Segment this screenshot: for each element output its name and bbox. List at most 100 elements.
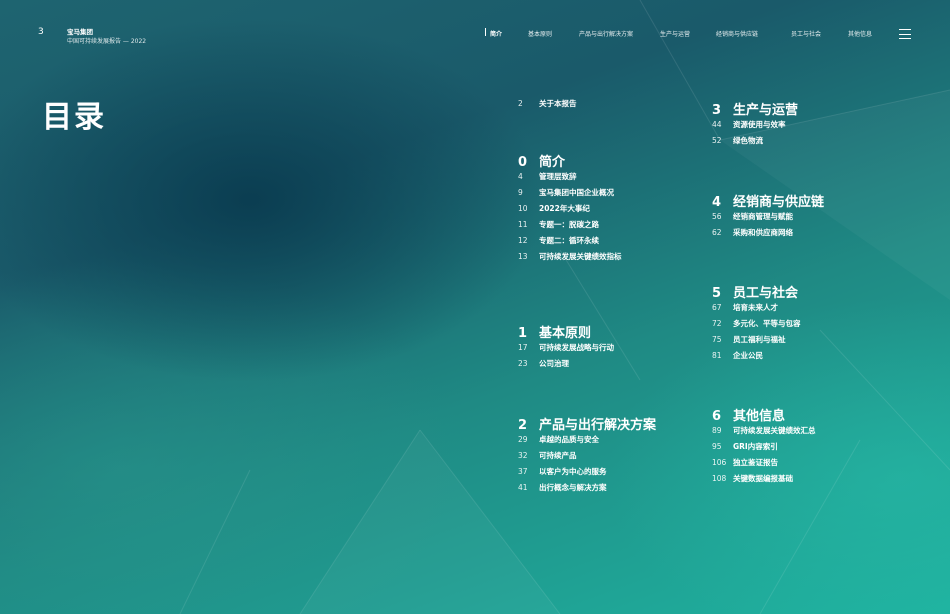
- toc-entry[interactable]: 95 GRI内容索引: [712, 439, 816, 455]
- toc-section-heading[interactable]: 6 其他信息: [712, 405, 816, 424]
- nav-item-intro[interactable]: 简介: [484, 28, 502, 38]
- toc-entry[interactable]: 10 2022年大事纪: [518, 201, 622, 217]
- toc-entry-page: 37: [518, 467, 528, 476]
- toc-entry-title: 独立鉴证报告: [733, 458, 778, 467]
- toc-entry-title: 以客户为中心的服务: [539, 467, 607, 476]
- toc-entry[interactable]: 72 多元化、平等与包容: [712, 316, 801, 332]
- toc-section-heading[interactable]: 2 产品与出行解决方案: [518, 414, 657, 433]
- toc-entry-page: 52: [712, 136, 722, 145]
- toc-entry-title: 员工福利与福祉: [733, 335, 786, 344]
- toc-entry[interactable]: 108 关键数据编报基础: [712, 471, 816, 487]
- toc-entry[interactable]: 32 可持续产品: [518, 448, 656, 464]
- toc-entry-page: 29: [518, 435, 528, 444]
- toc-entry[interactable]: 9 宝马集团中国企业概况: [518, 185, 622, 201]
- toc-entry[interactable]: 52 绿色物流: [712, 133, 798, 149]
- toc-about: 2 关于本报告: [518, 96, 577, 112]
- nav-item-principles[interactable]: 基本原则: [528, 29, 552, 38]
- toc-entry-title: 培育未来人才: [733, 303, 778, 312]
- toc-entry-title: 经销商管理与赋能: [733, 212, 793, 221]
- toc-entry-title: 专题二：循环永续: [539, 236, 599, 245]
- toc-entry-page: 81: [712, 351, 722, 360]
- toc-entry[interactable]: 4 管理层致辞: [518, 169, 622, 185]
- section-number: 4: [712, 195, 722, 210]
- toc-section-0: 0 简介 4 管理层致辞 9 宝马集团中国企业概况 10 2022年大事纪 11 专题一…: [518, 151, 622, 265]
- toc-entry-page: 11: [518, 220, 528, 229]
- nav-item-products[interactable]: 产品与出行解决方案: [579, 29, 633, 38]
- toc-entry-page: 9: [518, 188, 523, 197]
- toc-entry-page: 10: [518, 204, 528, 213]
- toc-section-heading[interactable]: 0 简介: [518, 151, 622, 170]
- brand-block: 宝马集团 中国可持续发展报告 — 2022: [67, 27, 146, 47]
- toc-entry[interactable]: 17 可持续发展战略与行动: [518, 340, 614, 356]
- toc-entry[interactable]: 12 专题二：循环永续: [518, 233, 622, 249]
- section-number: 3: [712, 103, 722, 118]
- toc-entry-page: 89: [712, 426, 722, 435]
- toc-entry-page: 95: [712, 442, 722, 451]
- toc-section-4: 4 经销商与供应链 56 经销商管理与赋能 62 采购和供应商网络: [712, 191, 824, 241]
- toc-entry-title: 出行概念与解决方案: [539, 483, 607, 492]
- toc-entry-title: 2022年大事纪: [539, 204, 590, 213]
- toc-section-heading[interactable]: 4 经销商与供应链: [712, 191, 825, 210]
- toc-section-5: 5 员工与社会 67 培育未来人才 72 多元化、平等与包容 75 员工福利与福祉 8…: [712, 282, 801, 364]
- section-number: 6: [712, 409, 722, 424]
- section-number: 2: [518, 418, 528, 433]
- toc-entry[interactable]: 81 企业公民: [712, 348, 801, 364]
- toc-entry[interactable]: 75 员工福利与福祉: [712, 332, 801, 348]
- section-title: 简介: [539, 155, 566, 170]
- background-glass-lines: [179, 0, 950, 614]
- toc-entry-title: 卓越的品质与安全: [539, 435, 599, 444]
- toc-entry[interactable]: 37 以客户为中心的服务: [518, 464, 656, 480]
- toc-section-heading[interactable]: 5 员工与社会: [712, 282, 801, 301]
- toc-entry[interactable]: 106 独立鉴证报告: [712, 455, 816, 471]
- toc-section-heading[interactable]: 3 生产与运营: [712, 99, 799, 118]
- page-number: 3: [38, 27, 44, 37]
- toc-entry[interactable]: 23 公司治理: [518, 356, 614, 372]
- toc-entry-title: GRI内容索引: [733, 442, 778, 451]
- toc-entry[interactable]: 67 培育未来人才: [712, 300, 801, 316]
- toc-entry-title: 公司治理: [539, 359, 569, 368]
- toc-entry[interactable]: 13 可持续发展关键绩效指标: [518, 249, 622, 265]
- toc-entry[interactable]: 2 关于本报告: [518, 96, 577, 112]
- section-title: 生产与运营: [733, 103, 799, 118]
- toc-entry[interactable]: 41 出行概念与解决方案: [518, 480, 656, 496]
- toc-entry-page: 62: [712, 228, 722, 237]
- toc-entry-page: 108: [712, 474, 727, 483]
- nav-item-dealers[interactable]: 经销商与供应链: [716, 29, 758, 38]
- toc-entry[interactable]: 62 采购和供应商网络: [712, 225, 824, 241]
- toc-entry-page: 23: [518, 359, 528, 368]
- page-title: 目录: [42, 100, 106, 135]
- toc-entry[interactable]: 56 经销商管理与赋能: [712, 209, 824, 225]
- toc-entry-title: 可持续发展关键绩效指标: [539, 252, 622, 261]
- nav-item-employees[interactable]: 员工与社会: [791, 29, 821, 38]
- toc-entry-page: 2: [518, 99, 523, 108]
- toc-section-heading[interactable]: 1 基本原则: [518, 322, 614, 341]
- toc-entry-title: 专题一：脱碳之路: [539, 220, 599, 229]
- toc-entry-page: 13: [518, 252, 528, 261]
- toc-section-2: 2 产品与出行解决方案 29 卓越的品质与安全 32 可持续产品 37 以客户为中心的…: [518, 414, 656, 496]
- toc-entry[interactable]: 11 专题一：脱碳之路: [518, 217, 622, 233]
- toc-entry-page: 44: [712, 120, 722, 129]
- toc-entry-page: 4: [518, 172, 523, 181]
- toc-entry-title: 绿色物流: [733, 136, 763, 145]
- toc-entry[interactable]: 89 可持续发展关键绩效汇总: [712, 423, 816, 439]
- toc-entry-page: 41: [518, 483, 528, 492]
- nav-item-other[interactable]: 其他信息: [848, 29, 872, 38]
- toc-entry-title: 关键数据编报基础: [733, 474, 793, 483]
- toc-entry-page: 17: [518, 343, 528, 352]
- toc-entry-page: 32: [518, 451, 528, 460]
- section-title: 经销商与供应链: [733, 195, 825, 210]
- nav-item-production[interactable]: 生产与运营: [660, 29, 690, 38]
- section-title: 产品与出行解决方案: [539, 418, 657, 433]
- toc-entry-title: 管理层致辞: [539, 172, 577, 181]
- toc-section-3: 3 生产与运营 44 资源使用与效率 52 绿色物流: [712, 99, 798, 149]
- toc-entry-title: 多元化、平等与包容: [733, 319, 801, 328]
- section-number: 0: [518, 155, 528, 170]
- toc-entry[interactable]: 44 资源使用与效率: [712, 117, 798, 133]
- section-number: 1: [518, 326, 528, 341]
- toc-section-6: 6 其他信息 89 可持续发展关键绩效汇总 95 GRI内容索引 106 独立鉴证报告…: [712, 405, 816, 487]
- toc-entry-page: 106: [712, 458, 727, 467]
- toc-entry-title: 采购和供应商网络: [733, 228, 793, 237]
- toc-entry[interactable]: 29 卓越的品质与安全: [518, 432, 656, 448]
- hamburger-icon[interactable]: [899, 29, 911, 40]
- toc-entry-title: 可持续发展关键绩效汇总: [733, 426, 816, 435]
